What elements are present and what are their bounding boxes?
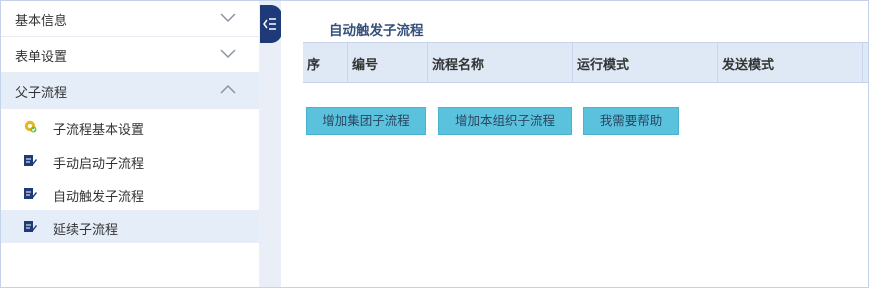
chevron-down-icon xyxy=(220,49,236,59)
sidebar: 基本信息 表单设置 父子流程 子流程基本设置 手动启动子流程 自动触发子流程 延… xyxy=(1,1,259,287)
column-header-index[interactable]: 序 xyxy=(303,43,348,82)
chevron-up-icon xyxy=(220,84,236,94)
chevron-down-icon xyxy=(220,13,236,23)
page-title: 自动触发子流程 xyxy=(329,23,424,39)
sidebar-section-label: 父子流程 xyxy=(15,86,68,101)
sidebar-section-basic-info[interactable]: 基本信息 xyxy=(1,1,259,37)
main-panel: 自动触发子流程 序 编号 流程名称 运行模式 发送模式 增加集团子流程 增加本组… xyxy=(281,1,868,287)
edit-icon xyxy=(24,221,37,232)
sidebar-item-manual-subflow[interactable]: 手动启动子流程 xyxy=(1,144,259,177)
collapse-menu-icon xyxy=(263,18,276,30)
sidebar-section-label: 表单设置 xyxy=(15,50,68,65)
help-button[interactable]: 我需要帮助 xyxy=(583,107,679,135)
edit-icon xyxy=(24,188,37,199)
sidebar-collapse-button[interactable] xyxy=(260,5,282,43)
edit-icon xyxy=(24,155,37,166)
column-header-code[interactable]: 编号 xyxy=(348,43,428,82)
subflow-table-header: 序 编号 流程名称 运行模式 发送模式 xyxy=(303,42,868,83)
column-header-send-mode[interactable]: 发送模式 xyxy=(718,43,863,82)
gear-icon xyxy=(24,120,37,133)
sidebar-item-label: 延续子流程 xyxy=(53,223,119,238)
sidebar-divider xyxy=(259,1,281,287)
sidebar-item-label: 自动触发子流程 xyxy=(53,190,145,205)
sidebar-section-form-settings[interactable]: 表单设置 xyxy=(1,37,259,73)
sidebar-item-label: 手动启动子流程 xyxy=(53,157,145,172)
column-header-run-mode[interactable]: 运行模式 xyxy=(573,43,718,82)
app-frame: 基本信息 表单设置 父子流程 子流程基本设置 手动启动子流程 自动触发子流程 延… xyxy=(0,0,869,288)
sidebar-item-subflow-basic-settings[interactable]: 子流程基本设置 xyxy=(1,110,259,143)
column-header-overflow xyxy=(863,43,868,82)
column-header-flow-name[interactable]: 流程名称 xyxy=(428,43,573,82)
sidebar-section-parent-child-flow[interactable]: 父子流程 xyxy=(1,73,259,109)
sidebar-item-continue-subflow[interactable]: 延续子流程 xyxy=(1,210,259,243)
add-org-subflow-button[interactable]: 增加本组织子流程 xyxy=(438,107,572,135)
add-group-subflow-button[interactable]: 增加集团子流程 xyxy=(306,107,426,135)
sidebar-item-auto-subflow[interactable]: 自动触发子流程 xyxy=(1,177,259,210)
sidebar-item-label: 子流程基本设置 xyxy=(53,123,145,138)
sidebar-section-label: 基本信息 xyxy=(15,14,68,29)
